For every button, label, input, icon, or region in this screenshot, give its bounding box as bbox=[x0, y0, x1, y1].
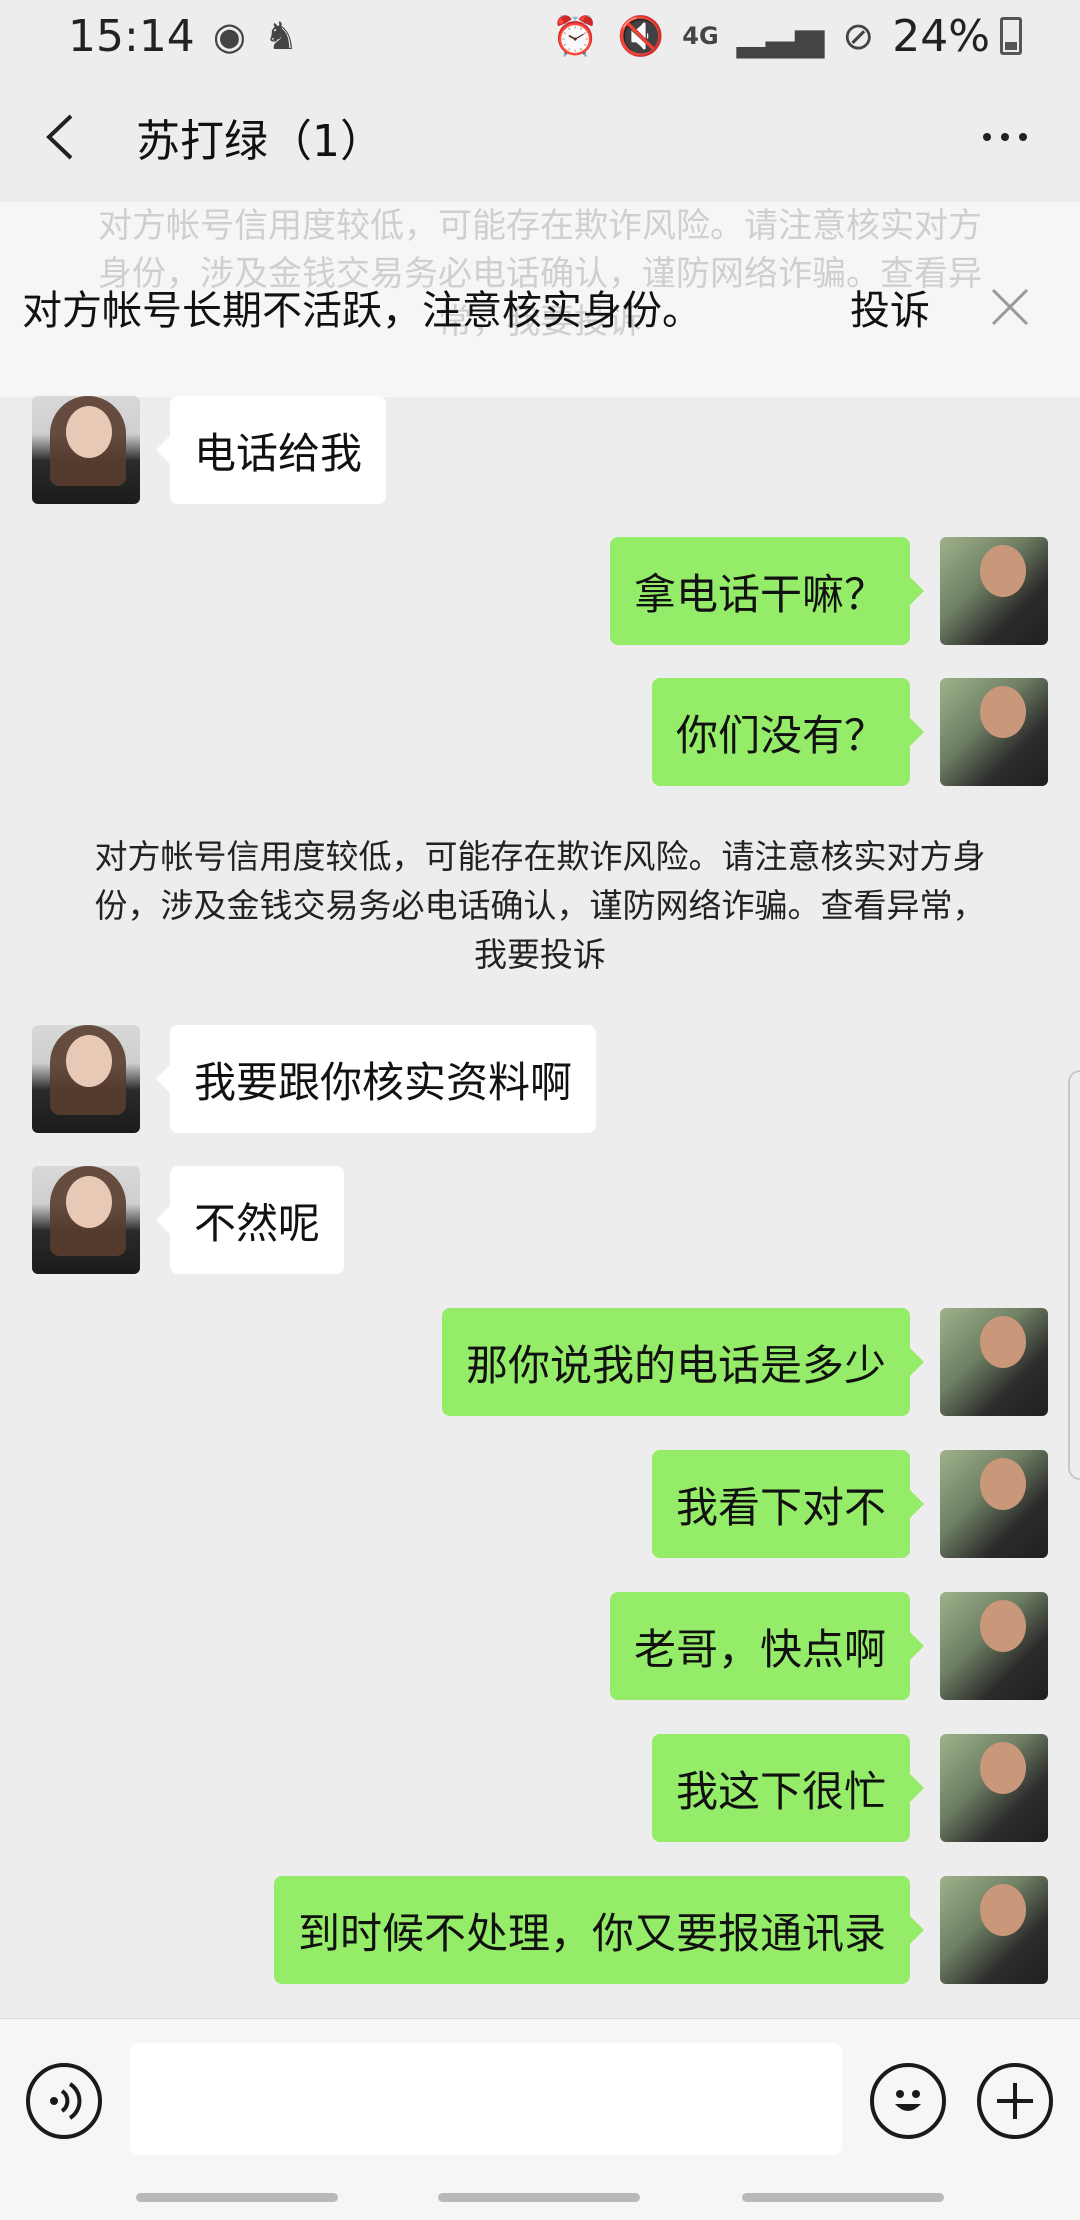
emoji-icon bbox=[895, 2090, 921, 2111]
report-button[interactable]: 投诉 bbox=[850, 278, 930, 336]
plus-icon bbox=[997, 2083, 1033, 2119]
message-row: 电话给我 bbox=[0, 396, 1080, 506]
signal-icon: ▂▃▅ bbox=[736, 14, 825, 58]
contact-avatar[interactable] bbox=[32, 1166, 140, 1274]
network-type-icon: 4G bbox=[682, 22, 719, 50]
chat-header: 苏打绿（1） bbox=[0, 72, 1080, 202]
message-bubble[interactable]: 到时候不处理，你又要报通讯录 bbox=[273, 1876, 925, 1984]
message-bubble[interactable]: 我这下很忙 bbox=[651, 1734, 925, 1842]
input-bar bbox=[0, 2018, 1080, 2178]
app-notification-icon: ♞ bbox=[263, 14, 299, 58]
message-row: 你们没有？ bbox=[0, 678, 1080, 788]
message-bubble[interactable]: 那你说我的电话是多少 bbox=[441, 1308, 925, 1416]
more-dot-icon bbox=[1001, 133, 1009, 141]
banner-content: 对方帐号长期不活跃，注意核实身份。 投诉 bbox=[0, 272, 1080, 342]
more-functions-button[interactable] bbox=[977, 2063, 1053, 2139]
message-row: 那你说我的电话是多少 bbox=[0, 1308, 1080, 1418]
more-dot-icon bbox=[1019, 133, 1027, 141]
mute-icon: 🔇 bbox=[616, 13, 665, 58]
my-avatar[interactable] bbox=[940, 678, 1048, 786]
close-icon bbox=[991, 288, 1029, 326]
message-row: 不然呢 bbox=[0, 1166, 1080, 1276]
chevron-left-icon bbox=[46, 114, 73, 160]
status-bar-left: 15:14 ◉ ♞ bbox=[68, 11, 298, 62]
battery-icon bbox=[1000, 17, 1022, 55]
alarm-icon: ⏰ bbox=[551, 13, 599, 58]
message-bubble[interactable]: 老哥，快点啊 bbox=[609, 1592, 925, 1700]
my-avatar[interactable] bbox=[940, 1592, 1048, 1700]
message-bubble[interactable]: 不然呢 bbox=[155, 1166, 345, 1274]
status-bar: 15:14 ◉ ♞ ⏰ 🔇 4G ▂▃▅ ⊘ 24% bbox=[0, 0, 1080, 72]
status-bar-right: ⏰ 🔇 4G ▂▃▅ ⊘ 24% bbox=[552, 11, 1022, 62]
message-row: 我这下很忙 bbox=[0, 1734, 1080, 1844]
my-avatar[interactable] bbox=[940, 1734, 1048, 1842]
my-avatar[interactable] bbox=[940, 1876, 1048, 1984]
message-bubble[interactable]: 我要跟你核实资料啊 bbox=[155, 1025, 597, 1133]
message-bubble[interactable]: 电话给我 bbox=[155, 396, 387, 504]
contact-avatar[interactable] bbox=[32, 1025, 140, 1133]
message-row: 我要跟你核实资料啊 bbox=[0, 1025, 1080, 1135]
close-banner-button[interactable] bbox=[980, 277, 1040, 337]
my-avatar[interactable] bbox=[940, 1308, 1048, 1416]
message-bubble[interactable]: 拿电话干嘛？ bbox=[609, 537, 925, 645]
back-button[interactable] bbox=[30, 107, 90, 167]
chat-title: 苏打绿（1） bbox=[136, 116, 384, 167]
nav-recents-button[interactable] bbox=[136, 2193, 338, 2202]
nav-home-button[interactable] bbox=[438, 2193, 640, 2202]
battery-percent: 24% bbox=[892, 10, 990, 62]
banner-text: 对方帐号长期不活跃，注意核实身份。 bbox=[22, 288, 702, 334]
contact-avatar[interactable] bbox=[32, 396, 140, 504]
message-row: 拿电话干嘛？ bbox=[0, 537, 1080, 647]
nav-back-button[interactable] bbox=[742, 2193, 944, 2202]
more-dot-icon bbox=[983, 133, 991, 141]
message-bubble[interactable]: 我看下对不 bbox=[651, 1450, 925, 1558]
message-bubble[interactable]: 你们没有？ bbox=[651, 678, 925, 786]
more-options-button[interactable] bbox=[960, 107, 1050, 167]
emoji-button[interactable] bbox=[870, 2063, 946, 2139]
message-input[interactable] bbox=[130, 2043, 842, 2155]
globe-icon: ◉ bbox=[212, 14, 246, 58]
my-avatar[interactable] bbox=[940, 1450, 1048, 1558]
system-security-notice[interactable]: 对方帐号信用度较低，可能存在欺诈风险。请注意核实对方身份，涉及金钱交易务必电话确… bbox=[80, 832, 1000, 979]
system-navigation-bar bbox=[0, 2178, 1080, 2220]
do-not-disturb-icon: ⊘ bbox=[842, 14, 875, 58]
message-row: 老哥，快点啊 bbox=[0, 1592, 1080, 1702]
warning-banner: 对方帐号信用度较低，可能存在欺诈风险。请注意核实对方身份，涉及金钱交易务必电话确… bbox=[0, 202, 1080, 397]
status-time: 15:14 bbox=[68, 10, 195, 62]
voice-icon bbox=[50, 2082, 82, 2120]
battery-indicator: 24% bbox=[892, 11, 1022, 62]
voice-input-button[interactable] bbox=[26, 2063, 102, 2139]
message-row: 到时候不处理，你又要报通讯录 bbox=[0, 1876, 1080, 1986]
message-row: 我看下对不 bbox=[0, 1450, 1080, 1560]
edge-panel-handle[interactable] bbox=[1068, 1070, 1080, 1480]
my-avatar[interactable] bbox=[940, 537, 1048, 645]
